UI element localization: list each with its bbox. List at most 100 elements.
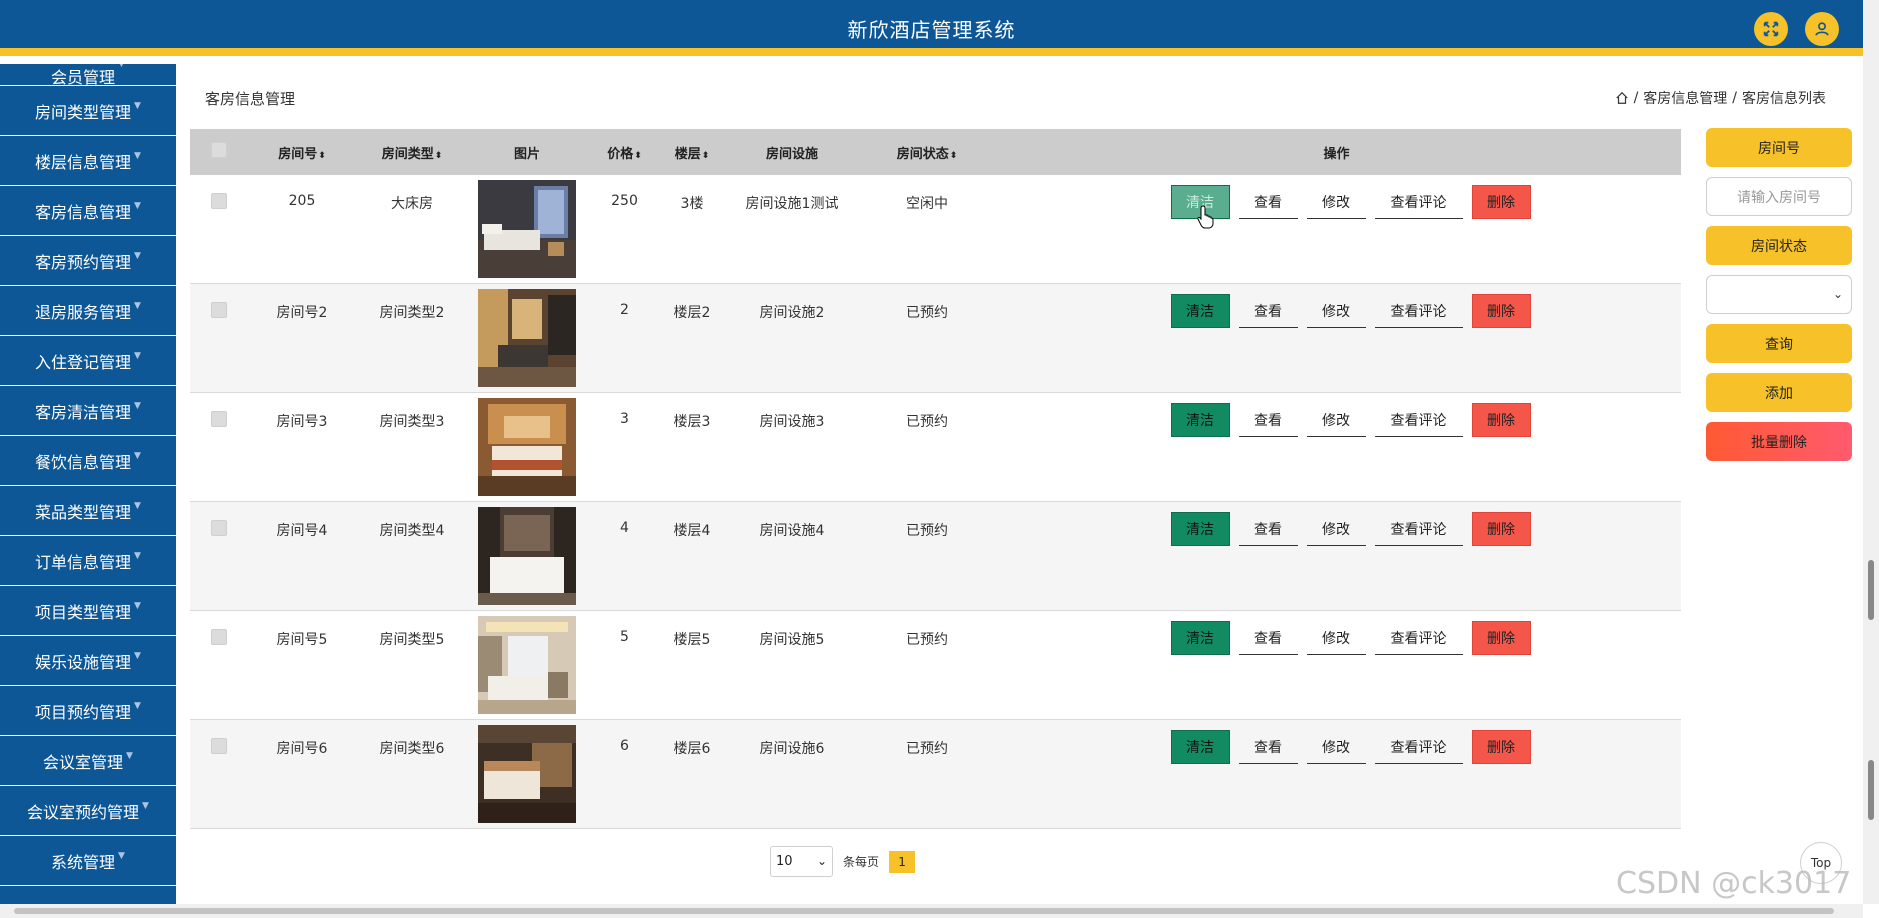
sidebar-item-rooms[interactable]: 客房信息管理 ▼	[0, 186, 176, 236]
clean-button[interactable]: 清洁	[1170, 621, 1230, 655]
sidebar-item-meeting-bookings[interactable]: 会议室预约管理 ▼	[0, 786, 176, 836]
breadcrumb: / 客房信息管理 / 客房信息列表	[1615, 88, 1826, 108]
view-button[interactable]: 查看	[1238, 403, 1298, 437]
row-checkbox[interactable]	[210, 411, 227, 427]
view-button[interactable]: 查看	[1238, 512, 1298, 546]
view-button[interactable]: 查看	[1238, 730, 1298, 764]
user-button[interactable]	[1805, 12, 1839, 46]
cell-room-type: 房间类型3	[379, 414, 445, 430]
delete-button[interactable]: 删除	[1471, 512, 1531, 546]
room-status-select[interactable]: ⌄	[1706, 275, 1852, 314]
breadcrumb-section[interactable]: 客房信息管理	[1643, 88, 1727, 108]
delete-button[interactable]: 删除	[1471, 403, 1531, 437]
caret-down-icon: ▼	[142, 800, 149, 811]
room-photo[interactable]	[478, 725, 576, 823]
room-photo[interactable]	[478, 180, 576, 278]
cell-facilities: 房间设施1测试	[745, 196, 839, 212]
sidebar-item-cleaning[interactable]: 客房清洁管理 ▼	[0, 386, 176, 436]
cell-status: 已预约	[906, 741, 948, 757]
home-icon[interactable]	[1615, 91, 1629, 105]
caret-down-icon: ▼	[134, 250, 141, 261]
edit-button[interactable]: 修改	[1306, 730, 1366, 764]
fullscreen-button[interactable]	[1754, 12, 1788, 46]
row-checkbox[interactable]	[210, 302, 227, 318]
edit-button[interactable]: 修改	[1306, 621, 1366, 655]
clean-button[interactable]: 清洁	[1170, 294, 1230, 328]
header-status[interactable]: 房间状态⬍	[862, 143, 992, 162]
page-number-current[interactable]: 1	[889, 850, 916, 873]
header-room-type[interactable]: 房间类型⬍	[357, 143, 467, 162]
edit-button[interactable]: 修改	[1306, 185, 1366, 219]
query-button[interactable]: 查询	[1706, 324, 1852, 363]
cell-room-type: 房间类型2	[379, 305, 445, 321]
delete-button[interactable]: 删除	[1471, 621, 1531, 655]
clean-button[interactable]: 清洁	[1170, 512, 1230, 546]
horizontal-scrollbar[interactable]	[0, 904, 1863, 918]
view-reviews-button[interactable]: 查看评论	[1374, 294, 1463, 328]
room-photo[interactable]	[478, 398, 576, 496]
delete-button[interactable]: 删除	[1471, 185, 1531, 219]
cell-status: 已预约	[906, 414, 948, 430]
sidebar-item-checkin[interactable]: 入住登记管理 ▼	[0, 336, 176, 386]
delete-button[interactable]: 删除	[1471, 294, 1531, 328]
sidebar-item-orders[interactable]: 订单信息管理 ▼	[0, 536, 176, 586]
cell-price: 250	[611, 193, 638, 209]
select-all-checkbox[interactable]	[210, 142, 227, 158]
sidebar-item-bookings[interactable]: 客房预约管理 ▼	[0, 236, 176, 286]
page-size-select[interactable]: 10 ⌄	[770, 846, 833, 877]
sidebar-item-label: 订单信息管理	[35, 552, 132, 572]
room-photo[interactable]	[478, 507, 576, 605]
add-button[interactable]: 添加	[1706, 373, 1852, 412]
sidebar-item-meeting-rooms[interactable]: 会议室管理 ▼	[0, 736, 176, 786]
edit-button[interactable]: 修改	[1306, 294, 1366, 328]
row-checkbox[interactable]	[210, 193, 227, 209]
room-no-input[interactable]: 请输入房间号	[1706, 177, 1852, 216]
mouse-cursor-icon	[1197, 205, 1215, 233]
view-button[interactable]: 查看	[1238, 294, 1298, 328]
vertical-scrollbar[interactable]	[1863, 0, 1879, 904]
view-button[interactable]: 查看	[1238, 185, 1298, 219]
view-reviews-button[interactable]: 查看评论	[1374, 185, 1463, 219]
sidebar-item-members[interactable]: 会员管理 ▼	[0, 64, 176, 87]
edit-button[interactable]: 修改	[1306, 512, 1366, 546]
cell-room-type: 房间类型5	[379, 632, 445, 648]
room-photo[interactable]	[478, 616, 576, 714]
room-photo[interactable]	[478, 289, 576, 387]
row-checkbox[interactable]	[210, 738, 227, 754]
sidebar-item-project-types[interactable]: 项目类型管理 ▼	[0, 586, 176, 636]
sidebar-item-dish-types[interactable]: 菜品类型管理 ▼	[0, 486, 176, 536]
cell-room-no: 房间号2	[276, 305, 328, 321]
sidebar-item-project-bookings[interactable]: 项目预约管理 ▼	[0, 686, 176, 736]
cell-room-no: 205	[288, 193, 316, 209]
header-price[interactable]: 价格⬍	[587, 143, 662, 162]
sidebar-item-facilities[interactable]: 娱乐设施管理 ▼	[0, 636, 176, 686]
sidebar-item-dining[interactable]: 餐饮信息管理 ▼	[0, 436, 176, 486]
view-reviews-button[interactable]: 查看评论	[1374, 730, 1463, 764]
page-title: 客房信息管理	[205, 90, 296, 108]
row-checkbox[interactable]	[210, 629, 227, 645]
cell-floor: 楼层6	[673, 741, 711, 757]
sidebar-item-room-types[interactable]: 房间类型管理 ▼	[0, 86, 176, 136]
view-reviews-button[interactable]: 查看评论	[1374, 621, 1463, 655]
watermark: CSDN @ck3017	[1616, 866, 1852, 901]
table-row: 房间号2 房间类型2 2 楼层2 房间设施2 已预约 清洁 查看 修改 查看评论…	[190, 284, 1681, 393]
delete-button[interactable]: 删除	[1471, 730, 1531, 764]
clean-button[interactable]: 清洁	[1170, 730, 1230, 764]
row-checkbox[interactable]	[210, 520, 227, 536]
view-button[interactable]: 查看	[1238, 621, 1298, 655]
sidebar-item-checkout[interactable]: 退房服务管理 ▼	[0, 286, 176, 336]
header-facilities: 房间设施	[765, 146, 818, 162]
pagination: 10 ⌄ 条每页 1	[770, 846, 916, 877]
clean-button[interactable]: 清洁	[1170, 403, 1230, 437]
header-room-no[interactable]: 房间号⬍	[247, 143, 357, 162]
header-floor[interactable]: 楼层⬍	[662, 143, 722, 162]
sidebar-item-floors[interactable]: 楼层信息管理 ▼	[0, 136, 176, 186]
view-reviews-button[interactable]: 查看评论	[1374, 512, 1463, 546]
batch-delete-button[interactable]: 批量删除	[1706, 422, 1852, 461]
cell-facilities: 房间设施3	[759, 414, 825, 430]
sidebar-item-system[interactable]: 系统管理 ▼	[0, 836, 176, 886]
edit-button[interactable]: 修改	[1306, 403, 1366, 437]
view-reviews-button[interactable]: 查看评论	[1374, 403, 1463, 437]
sidebar-item-label: 娱乐设施管理	[35, 652, 132, 672]
expand-icon	[1763, 21, 1779, 37]
